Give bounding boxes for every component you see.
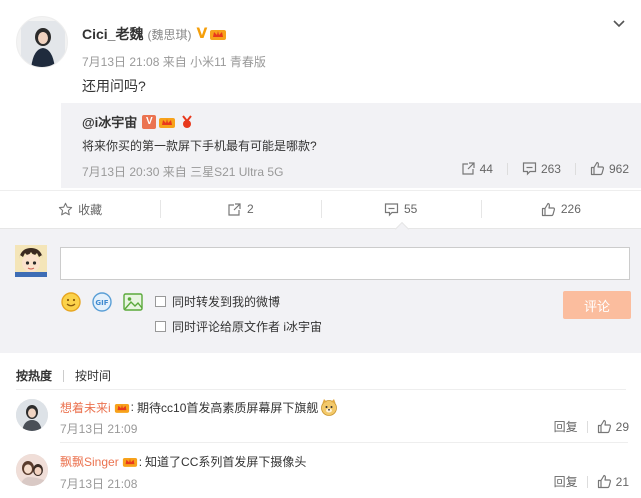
- reply-button[interactable]: 回复: [554, 418, 578, 435]
- reply-button[interactable]: 回复: [554, 473, 578, 490]
- doge-emoji-icon: [321, 399, 338, 416]
- post-card: Cici_老魏 (魏思琪) V 7月13日 21:08 来自 小米11 青春版 …: [0, 0, 641, 190]
- tab-sort-hot[interactable]: 按热度: [16, 367, 52, 384]
- thumbs-up-icon: [597, 419, 611, 434]
- comment-original-checkbox[interactable]: [155, 321, 166, 332]
- verified-badge: V: [196, 26, 208, 42]
- vip-crown-icon: [210, 30, 227, 40]
- like-count[interactable]: 962: [590, 161, 629, 176]
- gif-icon[interactable]: GIF: [91, 291, 113, 313]
- emoji-icon[interactable]: [60, 291, 82, 313]
- favorite-button[interactable]: 收藏: [0, 191, 160, 227]
- thumbs-up-icon: [590, 161, 605, 176]
- comment-icon: [522, 162, 537, 176]
- vip-crown-icon: [159, 117, 176, 128]
- repost-author[interactable]: @i冰宇宙: [82, 112, 137, 131]
- like-button[interactable]: 226: [480, 191, 641, 227]
- vip-crown-icon: [114, 403, 129, 413]
- vip-crown-icon: [122, 457, 137, 467]
- post-time[interactable]: 7月13日 21:08: [82, 55, 159, 69]
- repost-stats: 44 263 962: [447, 161, 629, 176]
- author-name[interactable]: Cici_老魏: [82, 24, 143, 44]
- post-source: 来自 小米11 青春版: [162, 55, 266, 69]
- comment-count[interactable]: 263: [522, 161, 561, 176]
- option-forward[interactable]: 同时转发到我的微博: [155, 293, 280, 310]
- repost-text: 将来你买的第一款屏下手机最有可能是哪款?: [82, 139, 317, 153]
- repost-count[interactable]: 44: [461, 161, 493, 176]
- repost-button[interactable]: 2: [160, 191, 320, 227]
- post-meta: 7月13日 21:08 来自 小米11 青春版: [82, 53, 266, 70]
- author-avatar[interactable]: [16, 16, 68, 68]
- image-icon[interactable]: [122, 291, 144, 313]
- comment-sort-tabs: 按热度 按时间: [16, 367, 111, 384]
- chevron-down-icon[interactable]: [611, 16, 627, 32]
- repost-icon: [228, 202, 241, 216]
- submit-comment-button[interactable]: 评论: [563, 291, 631, 319]
- post-content: 还用问吗?: [82, 78, 146, 94]
- forward-checkbox[interactable]: [155, 296, 166, 307]
- medal-icon: [182, 114, 193, 128]
- repost-icon: [461, 162, 475, 175]
- comment-like-button[interactable]: 29: [597, 419, 629, 434]
- comment-time: 7月13日 21:09: [60, 422, 138, 436]
- comment-item: 飘飘Singer : 知道了CC系列首发屏下摄像头 7月13日 21:08 回复…: [0, 446, 641, 498]
- option-comment-original[interactable]: 同时评论给原文作者 i冰宇宙: [155, 318, 322, 335]
- comment-icon: [384, 202, 399, 216]
- repost-source: 来自 三星S21 Ultra 5G: [162, 165, 284, 179]
- verified-badge: V: [142, 114, 157, 129]
- commenter-name[interactable]: 想着未来i: [60, 399, 111, 416]
- comment-item: 想着未来i : 期待cc10首发高素质屏幕屏下旗舰 7月13日 21:09 回复…: [0, 391, 641, 443]
- my-avatar[interactable]: [15, 245, 47, 277]
- comment-like-button[interactable]: 21: [597, 474, 629, 489]
- comment-input[interactable]: [60, 247, 630, 280]
- thumbs-up-icon: [597, 474, 611, 489]
- star-icon: [58, 202, 73, 215]
- commenter-name[interactable]: 飘飘Singer: [60, 453, 119, 470]
- author-remark: (魏思琪): [147, 27, 192, 42]
- comment-time: 7月13日 21:08: [60, 477, 138, 491]
- comment-text: 知道了CC系列首发屏下摄像头: [145, 455, 307, 469]
- reposted-content[interactable]: @i冰宇宙 V 将来你买的第一款屏下手机最有可能是哪款? 7月13日 20:30…: [61, 103, 641, 188]
- commenter-avatar[interactable]: [16, 399, 48, 431]
- repost-time[interactable]: 7月13日 20:30: [82, 165, 159, 179]
- thumbs-up-icon: [541, 202, 555, 216]
- tab-sort-time[interactable]: 按时间: [75, 367, 111, 384]
- comment-text: 期待cc10首发高素质屏幕屏下旗舰: [137, 400, 319, 415]
- post-action-bar: 收藏 2 55 226: [0, 191, 641, 227]
- commenter-avatar[interactable]: [16, 454, 48, 486]
- comment-composer: GIF 同时转发到我的微博 同时评论给原文作者 i冰宇宙 评论: [0, 228, 641, 353]
- svg-text:GIF: GIF: [95, 299, 108, 307]
- repost-meta: 7月13日 20:30 来自 三星S21 Ultra 5G: [82, 163, 283, 180]
